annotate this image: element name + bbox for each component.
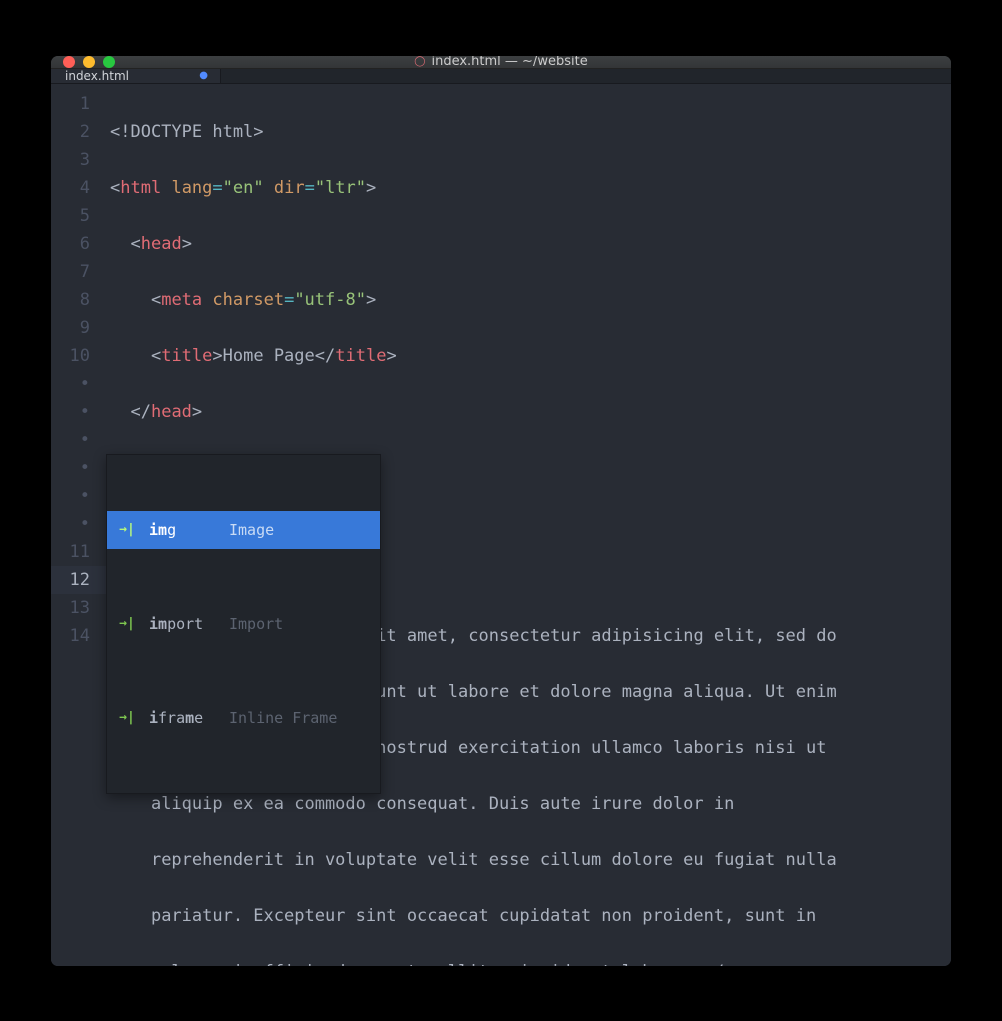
soft-wrap-indicator [51, 454, 106, 482]
html-file-icon: ◯ [414, 56, 425, 67]
editor-area[interactable]: 1 2 3 4 5 6 7 8 9 10 11 12 13 14 <!DOCTY… [51, 84, 951, 966]
code-line[interactable]: reprehenderit in voluptate velit esse ci… [110, 846, 951, 874]
autocomplete-item-img[interactable]: →| img Image [107, 511, 380, 549]
tabbar: index.html ● [51, 69, 951, 84]
code-line[interactable]: </head> [110, 398, 951, 426]
code-line[interactable]: <title>Home Page</title> [110, 342, 951, 370]
autocomplete-label: iframe [149, 704, 217, 732]
line-number: 5 [51, 202, 106, 230]
line-number: 1 [51, 90, 106, 118]
window-title: ◯ index.html — ~/website [51, 56, 951, 70]
line-number: 10 [51, 342, 106, 370]
titlebar: ◯ index.html — ~/website [51, 56, 951, 69]
code-line[interactable]: pariatur. Excepteur sint occaecat cupida… [110, 902, 951, 930]
soft-wrap-indicator [51, 510, 106, 538]
autocomplete-label: import [149, 610, 217, 638]
tab-label: index.html [65, 69, 129, 83]
line-number: 9 [51, 314, 106, 342]
code-line[interactable]: culpa qui officia deserunt mollit anim i… [110, 958, 951, 966]
tab-index-html[interactable]: index.html ● [51, 69, 221, 83]
autocomplete-label: img [149, 516, 217, 544]
line-number: 7 [51, 258, 106, 286]
snippet-icon: →| [117, 704, 137, 732]
code-line[interactable]: <head> [110, 230, 951, 258]
soft-wrap-indicator [51, 426, 106, 454]
window-title-text: index.html — ~/website [431, 56, 587, 70]
snippet-icon: →| [117, 610, 137, 638]
autocomplete-description: Import [229, 610, 283, 638]
autocomplete-item-import[interactable]: →| import Import [107, 605, 380, 643]
dirty-indicator-icon: ● [199, 70, 208, 81]
soft-wrap-indicator [51, 398, 106, 426]
autocomplete-description: Inline Frame [229, 704, 337, 732]
soft-wrap-indicator [51, 482, 106, 510]
line-number-gutter: 1 2 3 4 5 6 7 8 9 10 11 12 13 14 [51, 84, 106, 966]
line-number: 4 [51, 174, 106, 202]
editor-window: ◯ index.html — ~/website index.html ● 1 … [51, 56, 951, 966]
line-number: 13 [51, 594, 106, 622]
line-number: 12 [51, 566, 106, 594]
line-number: 2 [51, 118, 106, 146]
autocomplete-item-iframe[interactable]: →| iframe Inline Frame [107, 699, 380, 737]
soft-wrap-indicator [51, 370, 106, 398]
code-content[interactable]: <!DOCTYPE html> <html lang="en" dir="ltr… [106, 84, 951, 966]
line-number: 11 [51, 538, 106, 566]
code-line[interactable]: aliquip ex ea commodo consequat. Duis au… [110, 790, 951, 818]
snippet-icon: →| [117, 516, 137, 544]
line-number: 14 [51, 622, 106, 650]
autocomplete-description: Image [229, 516, 274, 544]
code-line[interactable]: <!DOCTYPE html> [110, 118, 951, 146]
code-line[interactable]: <meta charset="utf-8"> [110, 286, 951, 314]
line-number: 6 [51, 230, 106, 258]
autocomplete-popup: →| img Image →| import Import →| iframe … [106, 454, 381, 794]
code-line[interactable]: <html lang="en" dir="ltr"> [110, 174, 951, 202]
line-number: 8 [51, 286, 106, 314]
line-number: 3 [51, 146, 106, 174]
